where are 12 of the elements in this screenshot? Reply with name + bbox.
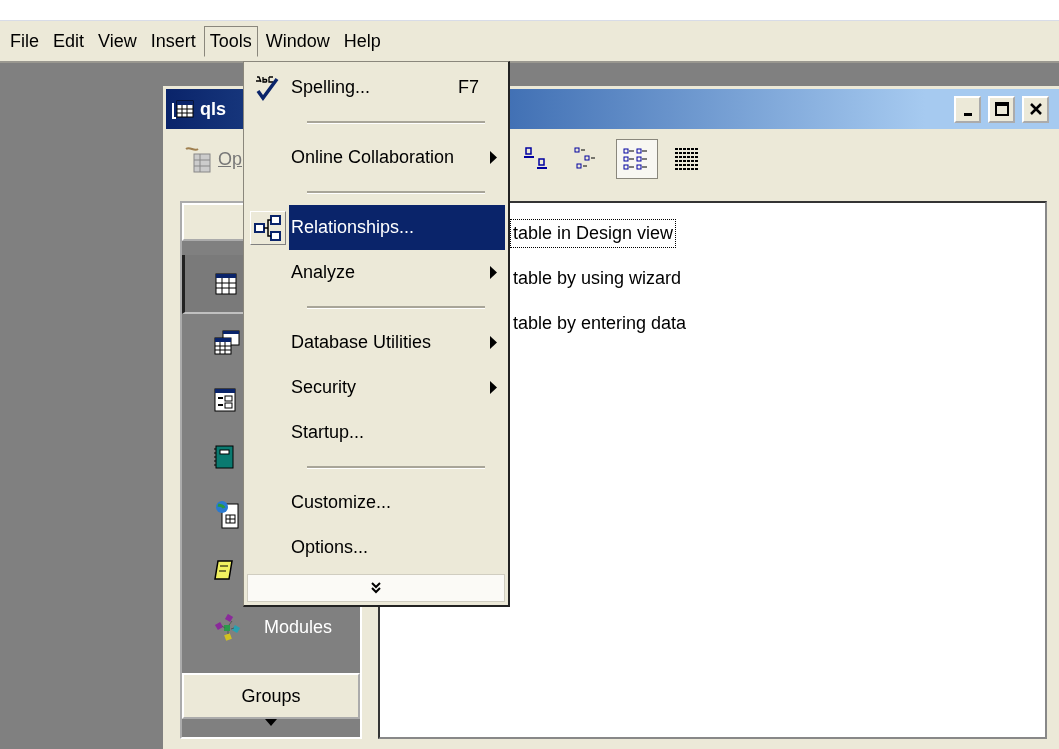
object-type-label: Modules xyxy=(264,617,333,638)
menu-item-label: Options... xyxy=(290,537,370,558)
menu-item-label: Startup... xyxy=(290,422,366,443)
window-title: qls xyxy=(200,98,226,120)
shortcut-label: F7 xyxy=(458,77,479,98)
menu-item-label: Analyze xyxy=(290,262,357,283)
menu-item-label: Online Collaboration xyxy=(290,147,456,168)
menu-item-label: Relationships... xyxy=(290,217,416,238)
menu-item-label: Spelling... xyxy=(290,77,372,98)
menu-item-label: Customize... xyxy=(290,492,393,513)
menu-item-label: Database Utilities xyxy=(290,332,433,353)
menu-item-label: Security xyxy=(290,377,358,398)
